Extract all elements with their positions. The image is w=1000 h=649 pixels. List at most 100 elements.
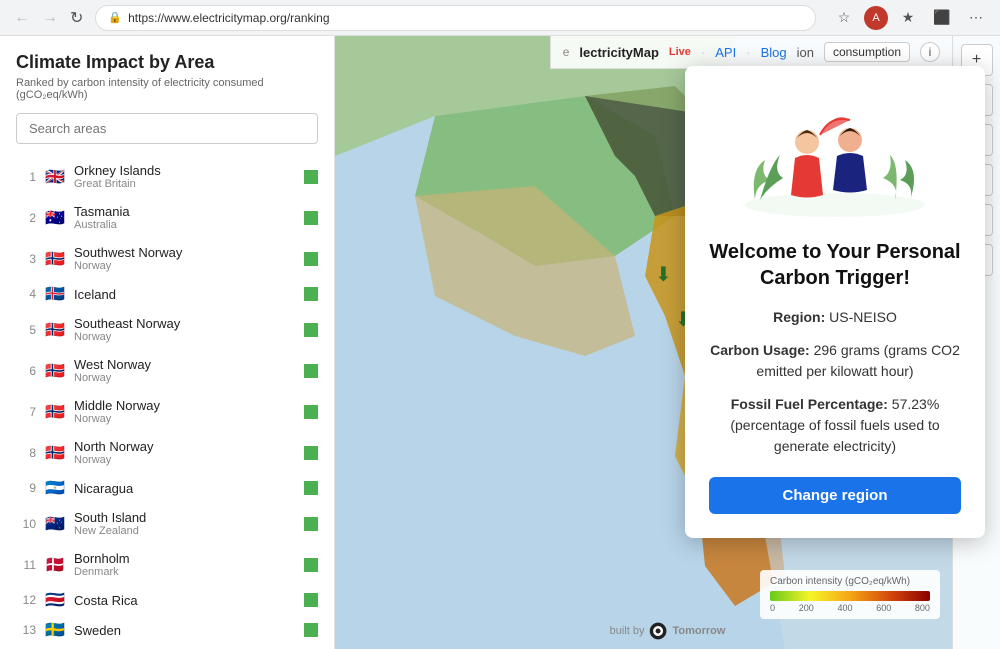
country-flag: 🇮🇸 [44, 286, 66, 302]
list-item[interactable]: 6 🇳🇴 West Norway Norway [0, 350, 334, 391]
list-item[interactable]: 11 🇩🇰 Bornholm Denmark [0, 544, 334, 585]
list-item[interactable]: 10 🇳🇿 South Island New Zealand [0, 503, 334, 544]
area-name: Sweden [74, 623, 296, 638]
list-item[interactable]: 2 🇦🇺 Tasmania Australia [0, 197, 334, 238]
list-item[interactable]: 5 🇳🇴 Southeast Norway Norway [0, 309, 334, 350]
legend-label-800: 800 [915, 603, 930, 613]
area-name: North Norway [74, 439, 296, 454]
modal-region: Region: US-NEISO [709, 307, 961, 328]
change-region-button[interactable]: Change region [709, 477, 961, 514]
url-text: https://www.electricitymap.org/ranking [128, 11, 329, 25]
modal-illustration [709, 90, 961, 223]
carbon-indicator [304, 252, 318, 266]
map-area[interactable]: ⬇ ⬇ ⬇ e lectricityMap Live · API · Blog … [335, 36, 1000, 649]
area-info: Tasmania Australia [74, 204, 296, 231]
carbon-indicator [304, 364, 318, 378]
rank-number: 11 [16, 558, 36, 572]
rank-number: 7 [16, 405, 36, 419]
carbon-label: Carbon Usage: [710, 342, 810, 358]
carbon-indicator [304, 446, 318, 460]
carbon-indicator [304, 211, 318, 225]
rank-number: 13 [16, 623, 36, 637]
area-name: South Island [74, 510, 296, 525]
modal-carbon: Carbon Usage: 296 grams (grams CO2 emitt… [709, 340, 961, 382]
carbon-indicator [304, 481, 318, 495]
list-item[interactable]: 3 🇳🇴 Southwest Norway Norway [0, 238, 334, 279]
profile-icon[interactable]: A [864, 6, 888, 30]
back-button[interactable]: ← [10, 7, 34, 29]
nav-buttons: ← → ↻ [10, 6, 87, 30]
nav-separator-1: · [701, 45, 705, 60]
area-name: Southeast Norway [74, 316, 296, 331]
nav-separator-2: · [746, 45, 750, 60]
api-link[interactable]: API [715, 45, 736, 60]
app-name-text: e [563, 45, 570, 59]
address-bar[interactable]: 🔒 https://www.electricitymap.org/ranking [95, 5, 816, 31]
carbon-legend: Carbon intensity (gCO₂eq/kWh) 0 200 400 … [760, 570, 940, 619]
forward-button[interactable]: → [38, 7, 62, 29]
carbon-indicator [304, 517, 318, 531]
rank-number: 8 [16, 446, 36, 460]
rank-number: 4 [16, 287, 36, 301]
carbon-indicator [304, 323, 318, 337]
built-by-text: built by [610, 625, 645, 637]
modal-title: Welcome to Your Personal Carbon Trigger! [709, 239, 961, 291]
country-flag: 🇳🇴 [44, 251, 66, 267]
area-info: Iceland [74, 287, 296, 302]
list-item[interactable]: 4 🇮🇸 Iceland [0, 279, 334, 309]
app-container: Climate Impact by Area Ranked by carbon … [0, 36, 1000, 649]
legend-label-0: 0 [770, 603, 775, 613]
ranking-list: 1 🇬🇧 Orkney Islands Great Britain 2 🇦🇺 T… [0, 152, 334, 649]
area-name: Iceland [74, 287, 296, 302]
list-item[interactable]: 8 🇳🇴 North Norway Norway [0, 432, 334, 473]
rank-number: 9 [16, 481, 36, 495]
country-flag: 🇳🇮 [44, 480, 66, 496]
country-flag: 🇨🇷 [44, 592, 66, 608]
reload-button[interactable]: ↻ [66, 6, 87, 30]
carbon-indicator [304, 558, 318, 572]
gradient-bar [770, 591, 930, 601]
page-title: Climate Impact by Area [16, 52, 318, 73]
area-info: Nicaragua [74, 481, 296, 496]
carbon-trigger-modal: Welcome to Your Personal Carbon Trigger!… [685, 66, 985, 538]
list-item[interactable]: 12 🇨🇷 Costa Rica [0, 585, 334, 615]
region-link[interactable]: ion [797, 45, 814, 60]
area-name: Nicaragua [74, 481, 296, 496]
area-country: Norway [74, 260, 296, 272]
rank-number: 2 [16, 211, 36, 225]
carbon-indicator [304, 170, 318, 184]
area-info: Southwest Norway Norway [74, 245, 296, 272]
carbon-indicator [304, 287, 318, 301]
legend-label-200: 200 [799, 603, 814, 613]
area-country: Denmark [74, 566, 296, 578]
area-country: Norway [74, 454, 296, 466]
list-item[interactable]: 13 🇸🇪 Sweden [0, 615, 334, 645]
area-country: Australia [74, 219, 296, 231]
area-info: Sweden [74, 623, 296, 638]
area-name: Bornholm [74, 551, 296, 566]
list-item[interactable]: 9 🇳🇮 Nicaragua [0, 473, 334, 503]
cast-button[interactable]: ⬛ [928, 4, 956, 32]
area-name: Tasmania [74, 204, 296, 219]
list-item[interactable]: 7 🇳🇴 Middle Norway Norway [0, 391, 334, 432]
svg-text:⬇: ⬇ [655, 264, 672, 286]
area-name: Orkney Islands [74, 163, 296, 178]
menu-button[interactable]: ⋯ [962, 4, 990, 32]
search-input[interactable] [16, 113, 318, 144]
page-subtitle: Ranked by carbon intensity of electricit… [16, 77, 318, 101]
country-flag: 🇳🇴 [44, 322, 66, 338]
star-button[interactable]: ★ [894, 4, 922, 32]
area-info: West Norway Norway [74, 357, 296, 384]
electricitymap-label[interactable]: lectricityMap [579, 45, 658, 60]
region-label: Region: [773, 309, 825, 325]
country-flag: 🇳🇴 [44, 404, 66, 420]
country-flag: 🇳🇿 [44, 516, 66, 532]
list-item[interactable]: 1 🇬🇧 Orkney Islands Great Britain [0, 156, 334, 197]
info-button[interactable]: i [920, 42, 940, 62]
blog-link[interactable]: Blog [761, 45, 787, 60]
bookmark-button[interactable]: ☆ [830, 4, 858, 32]
country-flag: 🇳🇴 [44, 363, 66, 379]
consumption-badge[interactable]: consumption [824, 42, 910, 62]
area-name: Southwest Norway [74, 245, 296, 260]
legend-title: Carbon intensity (gCO₂eq/kWh) [770, 576, 930, 587]
